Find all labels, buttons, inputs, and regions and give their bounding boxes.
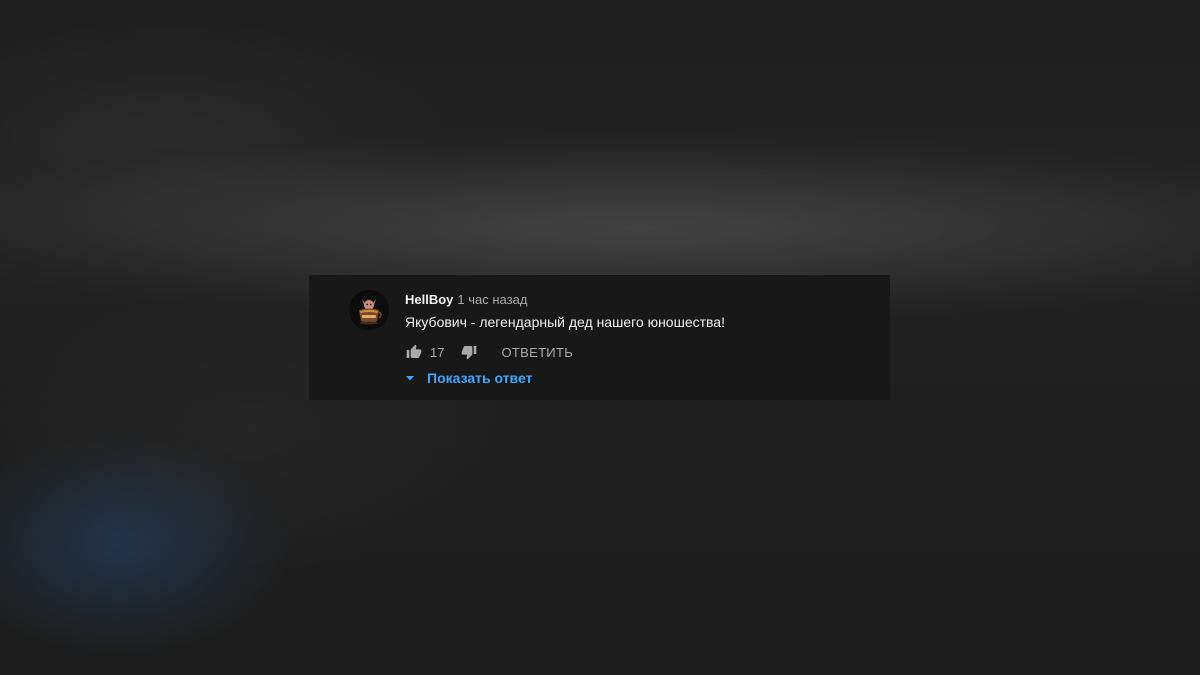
comment-timestamp[interactable]: 1 час назад [457, 292, 527, 307]
like-button[interactable] [405, 343, 423, 361]
comment-text: Якубович - легендарный дед нашего юношес… [405, 314, 725, 330]
caret-down-icon [405, 373, 415, 383]
reply-button[interactable]: ОТВЕТИТЬ [501, 345, 573, 360]
comment-actions: 17 ОТВЕТИТЬ [405, 342, 573, 362]
avatar[interactable] [349, 290, 389, 330]
thumb-up-icon [406, 344, 422, 358]
show-replies-label: Показать ответ [427, 370, 533, 386]
avatar-image [349, 290, 389, 330]
comment-card: HellBoy 1 час назад Якубович - легендарны… [309, 275, 890, 400]
thumb-down-icon [462, 346, 477, 360]
comment-header: HellBoy 1 час назад [405, 292, 527, 308]
author-name[interactable]: HellBoy [405, 292, 453, 307]
like-count: 17 [430, 344, 445, 360]
dislike-button[interactable] [460, 343, 478, 361]
show-replies-button[interactable]: Показать ответ [405, 370, 532, 386]
